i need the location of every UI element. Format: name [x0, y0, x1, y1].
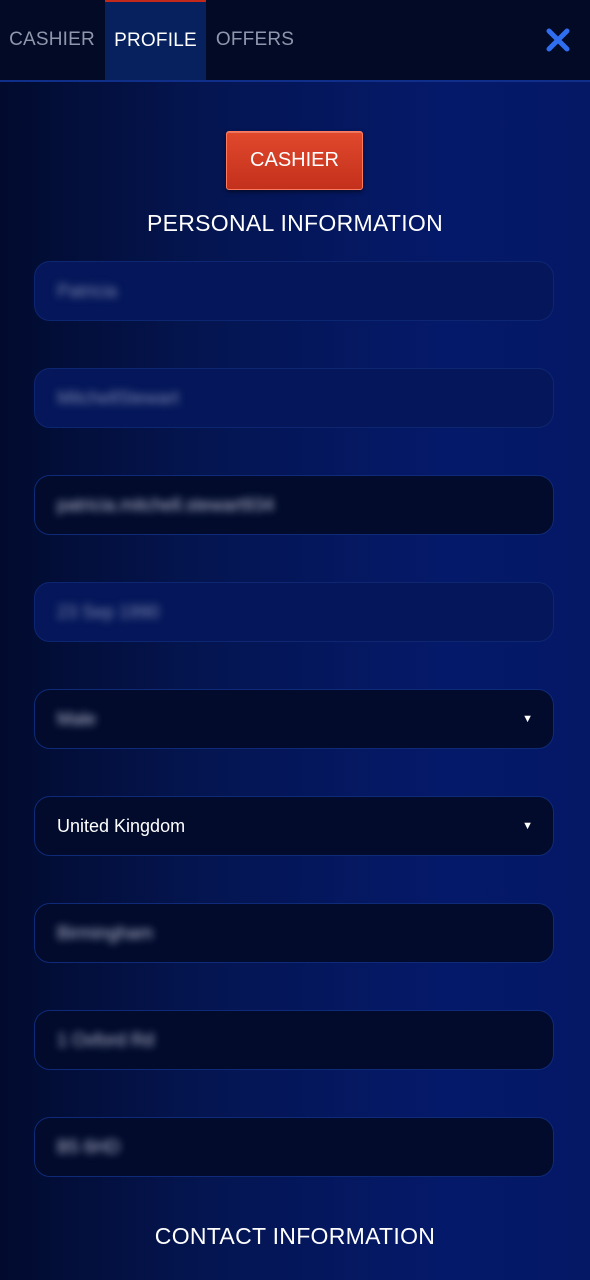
- dropdown-arrow-icon: ▼: [522, 820, 533, 832]
- contact-information-heading: CONTACT INFORMATION: [154, 1223, 436, 1249]
- birth-date-field[interactable]: 23 Sep 1990: [34, 582, 554, 642]
- dropdown-arrow-icon: ▼: [522, 713, 533, 725]
- birth-date-value: 23 Sep 1990: [57, 601, 160, 622]
- top-tab-bar: CASHIER PROFILE OFFERS: [0, 0, 590, 82]
- city-field[interactable]: Birmingham: [34, 903, 554, 963]
- country-value: United Kingdom: [57, 815, 186, 836]
- personal-information-heading: PERSONAL INFORMATION: [146, 210, 444, 236]
- tab-cashier[interactable]: CASHIER: [0, 0, 104, 80]
- postcode-value: B5 6HD: [57, 1136, 121, 1157]
- tab-offers[interactable]: OFFERS: [206, 0, 304, 80]
- address-value: 1 Oxford Rd: [57, 1029, 155, 1050]
- tab-profile[interactable]: PROFILE: [105, 0, 206, 80]
- cashier-button[interactable]: CASHIER: [226, 131, 363, 190]
- address-field[interactable]: 1 Oxford Rd: [34, 1010, 554, 1070]
- gender-value: Male: [57, 708, 97, 729]
- country-select[interactable]: United Kingdom ▼: [34, 796, 554, 856]
- postcode-field[interactable]: B5 6HD: [34, 1117, 554, 1177]
- close-icon[interactable]: [546, 28, 570, 52]
- gender-select[interactable]: Male ▼: [34, 689, 554, 749]
- last-name-value: MitchellStewart: [57, 387, 180, 408]
- email-field[interactable]: patricia.mitchell.stewart934: [34, 475, 554, 535]
- city-value: Birmingham: [57, 922, 154, 943]
- first-name-value: Patricia: [57, 280, 118, 301]
- email-value: patricia.mitchell.stewart934: [57, 494, 275, 515]
- last-name-field[interactable]: MitchellStewart: [34, 368, 554, 428]
- first-name-field[interactable]: Patricia: [34, 261, 554, 321]
